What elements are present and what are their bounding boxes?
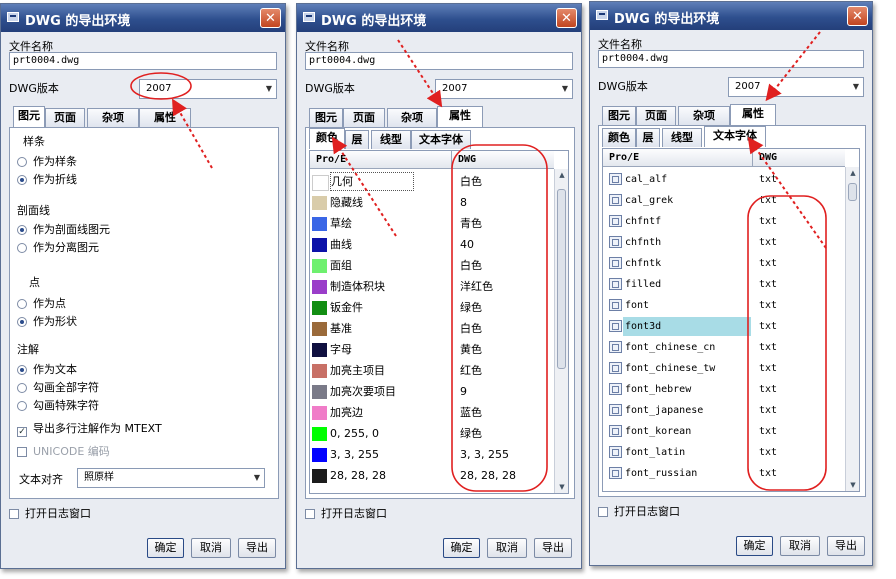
highlight-box-dwg-fonts — [747, 195, 827, 491]
annotation-arrow-version — [172, 98, 213, 169]
highlight-box-dwg-colors — [451, 144, 548, 492]
annotation-arrow-color-tab — [331, 136, 397, 237]
annotation-arrow-textfont-tab — [747, 136, 827, 249]
annotation-overlay — [130, 31, 827, 492]
highlight-circle-version — [130, 72, 192, 100]
annotation-arrow-properties-tab-3 — [765, 31, 821, 102]
annotation-arrow-properties-tab-2 — [397, 39, 443, 108]
